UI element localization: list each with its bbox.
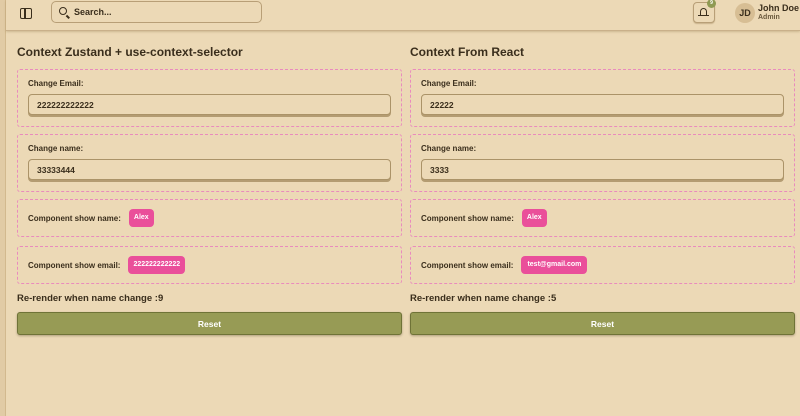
- user-role: Admin: [758, 14, 780, 21]
- panel-title: Context Zustand + use-context-selector: [17, 45, 243, 59]
- show-name-section: Component show name: Alex: [410, 199, 795, 237]
- react-context-panel: Context From React Change Email: Change …: [410, 44, 795, 335]
- change-email-section: Change Email:: [410, 69, 795, 127]
- zustand-panel: Context Zustand + use-context-selector C…: [17, 44, 402, 335]
- name-field[interactable]: [28, 159, 391, 180]
- change-email-section: Change Email:: [17, 69, 402, 127]
- change-name-section: Change name:: [17, 134, 402, 192]
- email-field[interactable]: [421, 94, 784, 115]
- show-email-section: Component show email: test@gmail.com: [410, 246, 795, 284]
- reset-button[interactable]: Reset: [17, 312, 402, 335]
- top-bar: Search... 9 JD John Doe Admin: [6, 0, 800, 31]
- show-email-section: Component show email: 222222222222: [17, 246, 402, 284]
- email-pill: 222222222222: [128, 256, 186, 274]
- name-pill: Alex: [521, 209, 547, 227]
- bell-icon: [698, 8, 709, 16]
- rerender-count: Re-render when name change :9: [17, 293, 164, 304]
- change-name-label: Change name:: [421, 144, 477, 153]
- avatar[interactable]: JD: [735, 3, 755, 23]
- reset-button[interactable]: Reset: [410, 312, 795, 335]
- show-email-label: Component show email:: [421, 260, 514, 270]
- sidebar-toggle-icon[interactable]: [20, 8, 32, 19]
- change-email-label: Change Email:: [28, 79, 84, 88]
- show-name-section: Component show name: Alex: [17, 199, 402, 237]
- name-field[interactable]: [421, 159, 784, 180]
- search-input[interactable]: Search...: [51, 1, 262, 23]
- show-email-label: Component show email:: [28, 260, 121, 270]
- show-name-label: Component show name:: [28, 213, 121, 223]
- search-icon: [59, 7, 67, 15]
- change-name-section: Change name:: [410, 134, 795, 192]
- sidebar-edge: [0, 0, 6, 416]
- user-name: John Doe: [758, 3, 800, 13]
- show-name-label: Component show name:: [421, 213, 514, 223]
- email-field[interactable]: [28, 94, 391, 115]
- change-email-label: Change Email:: [421, 79, 477, 88]
- search-placeholder: Search...: [74, 7, 112, 17]
- email-pill: test@gmail.com: [521, 256, 588, 274]
- name-pill: Alex: [128, 209, 154, 227]
- panel-title: Context From React: [410, 45, 525, 59]
- change-name-label: Change name:: [28, 144, 84, 153]
- rerender-count: Re-render when name change :5: [410, 293, 557, 304]
